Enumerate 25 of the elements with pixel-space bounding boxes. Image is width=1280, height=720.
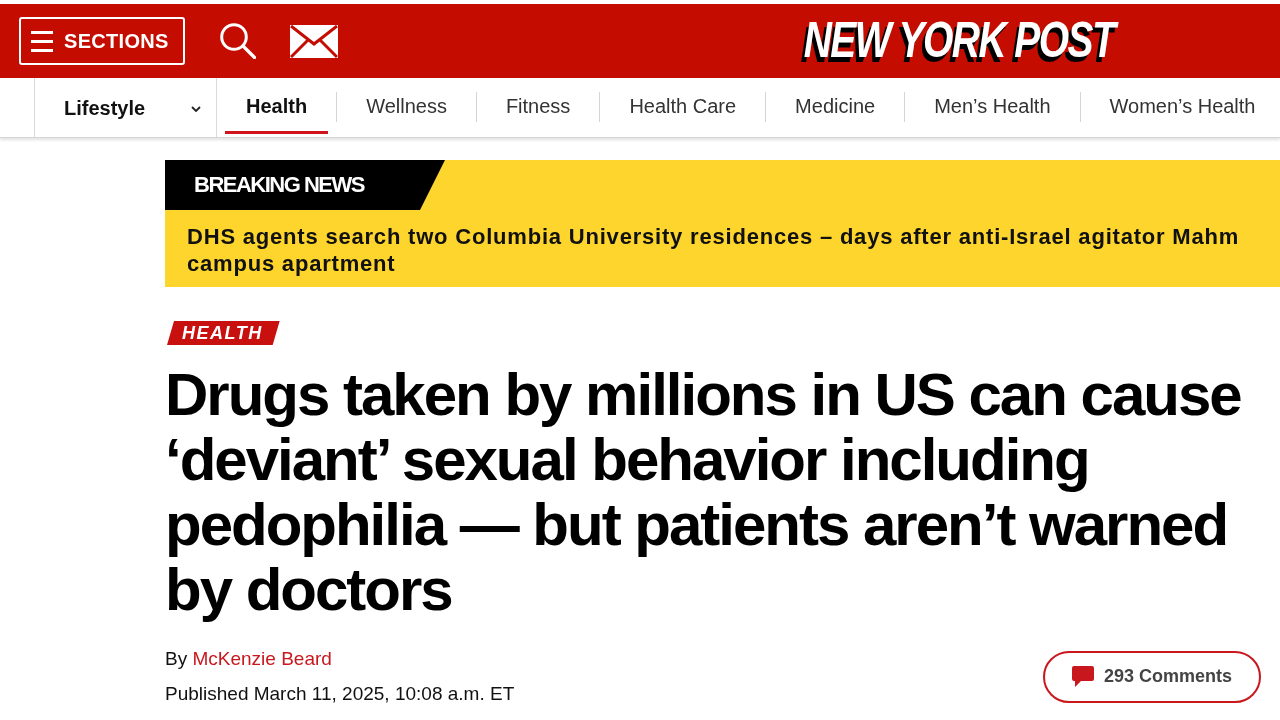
breaking-news-label: BREAKING NEWS <box>165 160 445 210</box>
envelope-icon <box>290 24 338 58</box>
article-headline: Drugs taken by millions in US can cause ‘deviant’ sexual behavior including pedophilia — but patients aren’t warned by doctors <box>165 362 1242 622</box>
comments-button[interactable]: 293 Comments <box>1043 650 1261 703</box>
nav-tab[interactable]: Men’s Health <box>913 78 1072 134</box>
byline-prefix: By <box>165 648 188 669</box>
site-logo[interactable]: NEW YORK POST <box>794 13 1125 75</box>
author-link[interactable]: McKenzie Beard <box>192 648 332 669</box>
category-tag[interactable]: HEALTH <box>167 321 280 345</box>
nav-tab[interactable]: Fitness <box>484 78 592 134</box>
nav-tab[interactable]: Medicine <box>774 78 897 134</box>
nav-tab[interactable]: Health <box>225 78 329 134</box>
chevron-down-icon <box>191 105 201 112</box>
published-date: Published March 11, 2025, 10:08 a.m. ET <box>165 682 515 706</box>
newsletter-button[interactable] <box>290 24 338 58</box>
speech-bubble-icon <box>1071 666 1094 687</box>
nav-tab[interactable]: Health Care <box>608 78 758 134</box>
section-dropdown[interactable]: Lifestyle <box>34 78 217 137</box>
search-button[interactable] <box>220 23 256 59</box>
menu-icon <box>31 30 53 52</box>
breaking-news-headline[interactable]: DHS agents search two Columbia University residences – days after anti-Israel agitator Mahm campus apartment <box>165 210 1280 287</box>
nav-tab[interactable]: Wellness <box>345 78 468 134</box>
sections-button[interactable]: SECTIONS <box>19 17 185 65</box>
search-icon <box>220 23 256 59</box>
nav-tab[interactable]: Women’s Health <box>1088 78 1277 134</box>
